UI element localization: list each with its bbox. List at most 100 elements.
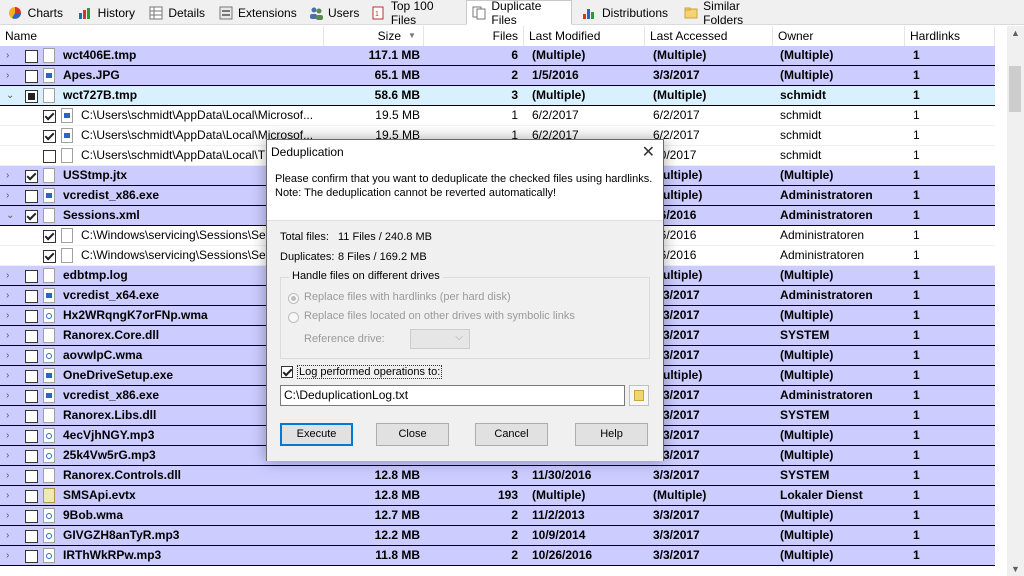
last-accessed: 3/3/2017: [653, 528, 700, 542]
reference-drive-label: Reference drive:: [304, 333, 385, 345]
row-checkbox[interactable]: [43, 130, 56, 143]
scrollbar-thumb[interactable]: [1009, 66, 1021, 112]
tab-extensions[interactable]: Extensions: [214, 2, 300, 23]
chevron-down-icon[interactable]: ⌄: [6, 86, 18, 105]
chevron-right-icon[interactable]: ›: [6, 266, 18, 285]
row-checkbox[interactable]: [25, 450, 38, 463]
chevron-right-icon[interactable]: ›: [6, 386, 18, 405]
radio-symlinks[interactable]: [288, 312, 299, 323]
close-icon[interactable]: ✕: [642, 142, 655, 162]
tab-users[interactable]: Users: [304, 2, 362, 23]
row-checkbox[interactable]: [25, 530, 38, 543]
chevron-right-icon[interactable]: ›: [6, 66, 18, 85]
row-checkbox[interactable]: [25, 310, 38, 323]
radio-hardlinks[interactable]: [288, 293, 299, 304]
row-checkbox[interactable]: [25, 270, 38, 283]
row-checkbox[interactable]: [25, 290, 38, 303]
row-checkbox[interactable]: [25, 170, 38, 183]
column-last-modified[interactable]: Last Modified: [524, 26, 645, 46]
tab-similar-folders[interactable]: Similar Folders: [678, 0, 784, 27]
chevron-right-icon[interactable]: ›: [6, 526, 18, 545]
tab-top-100-files[interactable]: 1 Top 100 Files: [366, 0, 462, 27]
row-checkbox[interactable]: [25, 490, 38, 503]
tab-details[interactable]: Details: [144, 2, 210, 23]
scroll-down-icon[interactable]: ▼: [1011, 564, 1020, 574]
duplicate-group-row[interactable]: › SMSApi.evtx 12.8 MB 193 (Multiple) (Multipl…: [0, 486, 995, 506]
log-checkbox[interactable]: [281, 366, 293, 378]
tab-charts[interactable]: Charts: [2, 2, 68, 23]
chevron-right-icon[interactable]: ›: [6, 306, 18, 325]
chevron-right-icon[interactable]: ›: [6, 486, 18, 505]
row-checkbox[interactable]: [25, 430, 38, 443]
chevron-right-icon[interactable]: ›: [6, 426, 18, 445]
chevron-right-icon[interactable]: ›: [6, 286, 18, 305]
log-path-input[interactable]: C:\DeduplicationLog.txt: [280, 385, 625, 406]
duplicate-group-row[interactable]: › Apes.JPG 65.1 MB 2 1/5/2016 3/3/2017 (Multip…: [0, 66, 995, 86]
row-checkbox[interactable]: [25, 330, 38, 343]
column-last-accessed[interactable]: Last Accessed: [645, 26, 773, 46]
chevron-right-icon[interactable]: ›: [6, 506, 18, 525]
file-name: SMSApi.evtx: [63, 488, 136, 502]
duplicate-group-row[interactable]: › GIVGZH8anTyR.mp3 12.2 MB 2 10/9/2014 3/3/20…: [0, 526, 995, 546]
row-checkbox[interactable]: [25, 410, 38, 423]
app-file-icon: [43, 368, 55, 383]
hardlinks: 1: [913, 348, 920, 362]
chevron-right-icon[interactable]: ›: [6, 346, 18, 365]
scroll-up-icon[interactable]: ▲: [1011, 28, 1020, 38]
chevron-right-icon[interactable]: ›: [6, 46, 18, 65]
column-owner[interactable]: Owner: [773, 26, 905, 46]
close-button[interactable]: Close: [376, 423, 449, 446]
chevron-right-icon[interactable]: ›: [6, 466, 18, 485]
duplicate-file-row[interactable]: C:\Users\schmidt\AppData\Local\Microsof.…: [0, 106, 995, 126]
row-checkbox[interactable]: [43, 110, 56, 123]
last-accessed: 30/2017: [653, 148, 697, 162]
column-hardlinks[interactable]: Hardlinks: [905, 26, 995, 46]
hardlinks: 1: [913, 88, 920, 102]
row-checkbox[interactable]: [25, 390, 38, 403]
vertical-scrollbar[interactable]: ▲ ▼: [1007, 26, 1024, 576]
tab-duplicate-files[interactable]: Duplicate Files: [466, 0, 572, 27]
row-checkbox[interactable]: [25, 470, 38, 483]
duplicate-group-row[interactable]: ⌄ wct727B.tmp 58.6 MB 3 (Multiple) (Multiple)…: [0, 86, 995, 106]
row-checkbox[interactable]: [25, 510, 38, 523]
duplicate-group-row[interactable]: › 9Bob.wma 12.7 MB 2 11/2/2013 3/3/2017 (Multi…: [0, 506, 995, 526]
last-modified: 10/26/2016: [532, 548, 593, 562]
chevron-down-icon[interactable]: ⌄: [6, 206, 18, 225]
chevron-right-icon[interactable]: ›: [6, 326, 18, 345]
row-checkbox[interactable]: [25, 350, 38, 363]
row-checkbox[interactable]: [43, 250, 56, 263]
reference-drive-select[interactable]: ⌵: [410, 329, 470, 349]
row-checkbox[interactable]: [25, 70, 38, 83]
distributions-icon: [581, 5, 597, 21]
row-checkbox[interactable]: [25, 370, 38, 383]
chevron-right-icon[interactable]: ›: [6, 446, 18, 465]
browse-folder-button[interactable]: [629, 385, 649, 406]
column-files[interactable]: Files: [424, 26, 524, 46]
tab-distributions[interactable]: Distributions: [576, 2, 674, 23]
row-checkbox[interactable]: [25, 190, 38, 203]
cancel-button[interactable]: Cancel: [475, 423, 548, 446]
row-checkbox[interactable]: [43, 150, 56, 163]
last-accessed: 3/3/2017: [653, 68, 700, 82]
execute-button[interactable]: Execute: [280, 423, 353, 446]
last-accessed: 3/3/2017: [653, 468, 700, 482]
row-checkbox[interactable]: [25, 50, 38, 63]
duplicate-group-row[interactable]: › Ranorex.Controls.dll 12.8 MB 3 11/30/2016 3…: [0, 466, 995, 486]
chevron-right-icon[interactable]: ›: [6, 366, 18, 385]
file-count: 2: [511, 508, 518, 522]
chevron-right-icon[interactable]: ›: [6, 186, 18, 205]
duplicate-group-row[interactable]: › IRThWkRPw.mp3 11.8 MB 2 10/26/2016 3/3/2017…: [0, 546, 995, 566]
row-checkbox[interactable]: [25, 90, 38, 103]
duplicate-group-row[interactable]: › wct406E.tmp 117.1 MB 6 (Multiple) (Multiple…: [0, 46, 995, 66]
row-checkbox[interactable]: [25, 210, 38, 223]
chevron-right-icon[interactable]: ›: [6, 546, 18, 565]
column-name[interactable]: Name: [0, 26, 324, 46]
chevron-right-icon[interactable]: ›: [6, 166, 18, 185]
last-accessed: Multiple): [653, 268, 703, 282]
tab-history[interactable]: History: [72, 2, 140, 23]
row-checkbox[interactable]: [25, 550, 38, 563]
help-button[interactable]: Help: [575, 423, 648, 446]
hardlinks: 1: [913, 368, 920, 382]
chevron-right-icon[interactable]: ›: [6, 406, 18, 425]
row-checkbox[interactable]: [43, 230, 56, 243]
